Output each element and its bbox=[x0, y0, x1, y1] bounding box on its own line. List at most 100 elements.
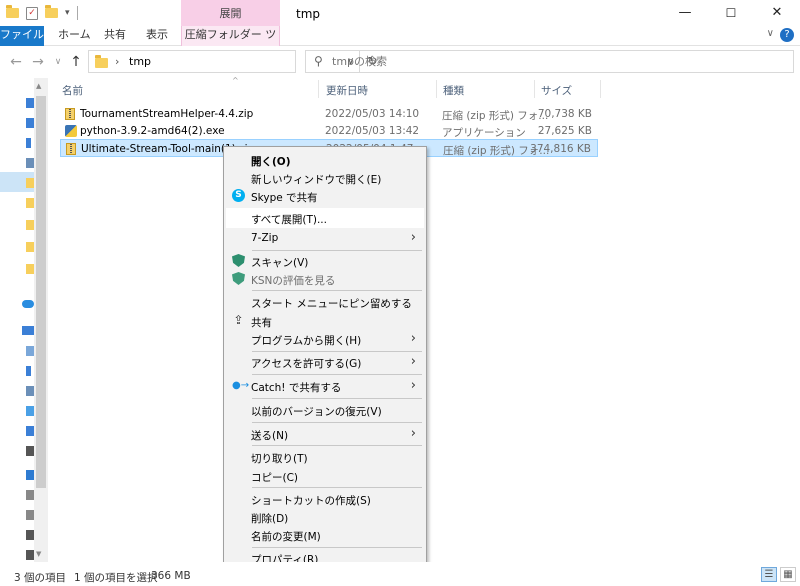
menu-divider bbox=[252, 290, 422, 291]
new-folder-icon[interactable] bbox=[45, 5, 58, 18]
kaspersky-shield-icon bbox=[232, 254, 245, 267]
navigation-bar: ← → ∨ ↑ › tmp ∨ ↻ ⚲ bbox=[0, 46, 800, 78]
quick-access-star-icon[interactable] bbox=[26, 98, 34, 108]
menu-item-pin-to-start[interactable]: スタート メニューにピン留めする bbox=[226, 292, 424, 312]
skype-icon: S bbox=[232, 189, 245, 202]
menu-item-open[interactable]: 開く(O) bbox=[226, 150, 424, 170]
menu-item-label: プログラムから開く(H) bbox=[251, 335, 362, 347]
file-row[interactable]: python-3.9.2-amd64(2).exe 2022/05/03 13:… bbox=[60, 122, 598, 140]
menu-item-label: KSNの評価を見る bbox=[251, 275, 336, 287]
ribbon-tab-row: ファイル ホーム 共有 表示 圧縮フォルダー ツール ∨ ? bbox=[0, 26, 800, 59]
network-icon[interactable] bbox=[26, 550, 34, 560]
3d-objects-icon[interactable] bbox=[26, 346, 34, 356]
zip-icon bbox=[65, 108, 75, 120]
column-date-modified[interactable]: 更新日時 bbox=[326, 83, 368, 98]
tab-compressed-folder-tools[interactable]: 圧縮フォルダー ツール bbox=[181, 26, 280, 59]
file-row[interactable]: TournamentStreamHelper-4.4.zip 2022/05/0… bbox=[60, 105, 598, 123]
folder-icon[interactable] bbox=[26, 198, 34, 208]
column-divider[interactable] bbox=[534, 80, 535, 98]
menu-item-rename[interactable]: 名前の変更(M) bbox=[226, 525, 424, 545]
pictures-icon[interactable] bbox=[26, 406, 34, 416]
breadcrumb-tmp[interactable]: tmp bbox=[129, 55, 151, 68]
music-icon[interactable] bbox=[26, 470, 34, 480]
tab-home[interactable]: ホーム bbox=[50, 26, 99, 46]
menu-item-open-with[interactable]: プログラムから開く(H) › bbox=[226, 329, 424, 349]
properties-icon[interactable]: ✓ bbox=[26, 6, 38, 20]
column-divider[interactable] bbox=[600, 80, 601, 98]
menu-item-create-shortcut[interactable]: ショートカットの作成(S) bbox=[226, 489, 424, 509]
menu-item-label: 新しいウィンドウで開く(E) bbox=[251, 174, 382, 186]
menu-item-give-access[interactable]: アクセスを許可する(G) › bbox=[226, 352, 424, 372]
menu-item-extract-all[interactable]: すべて展開(T)... bbox=[226, 208, 424, 228]
file-size: 70,738 KB bbox=[537, 108, 592, 120]
folder-icon[interactable] bbox=[26, 264, 34, 274]
menu-item-send-to[interactable]: 送る(N) › bbox=[226, 424, 424, 444]
menu-divider bbox=[252, 422, 422, 423]
column-size[interactable]: サイズ bbox=[541, 83, 572, 98]
back-button[interactable]: ← bbox=[6, 52, 26, 72]
menu-item-label: 開く(O) bbox=[251, 156, 291, 168]
menu-item-share[interactable]: ⇪ 共有 bbox=[226, 311, 424, 331]
local-disk-icon[interactable] bbox=[26, 490, 34, 500]
menu-item-label: 7-Zip bbox=[251, 232, 279, 244]
desktop-icon[interactable] bbox=[26, 426, 34, 436]
details-view-button[interactable]: ☰ bbox=[761, 567, 777, 582]
menu-item-label: 送る(N) bbox=[251, 430, 289, 442]
close-button[interactable]: ✕ bbox=[754, 0, 800, 26]
folder-icon[interactable] bbox=[6, 5, 19, 18]
menu-item-ksn-reputation[interactable]: KSNの評価を見る bbox=[226, 269, 424, 289]
address-bar[interactable]: › tmp ∨ ↻ bbox=[88, 50, 378, 73]
column-name[interactable]: 名前 bbox=[62, 83, 83, 98]
column-divider[interactable] bbox=[436, 80, 437, 98]
videos-icon[interactable] bbox=[26, 446, 34, 456]
menu-item-label: アクセスを許可する(G) bbox=[251, 358, 362, 370]
drive-icon[interactable] bbox=[26, 510, 34, 520]
zip-icon bbox=[66, 143, 76, 155]
file-date: 2022/05/03 14:10 bbox=[325, 108, 420, 120]
documents-icon[interactable] bbox=[26, 386, 34, 396]
breadcrumb-separator[interactable]: › bbox=[115, 55, 119, 68]
menu-item-skype-share[interactable]: S Skype で共有 bbox=[226, 186, 424, 206]
tab-share[interactable]: 共有 bbox=[96, 26, 134, 46]
maximize-button[interactable]: ☐ bbox=[708, 0, 754, 26]
column-divider[interactable] bbox=[318, 80, 319, 98]
desktop-icon[interactable] bbox=[26, 118, 34, 128]
folder-icon[interactable] bbox=[26, 242, 34, 252]
downloads-icon[interactable] bbox=[26, 138, 31, 148]
menu-item-delete[interactable]: 削除(D) bbox=[226, 507, 424, 527]
folder-icon[interactable] bbox=[26, 220, 34, 230]
minimize-button[interactable]: — bbox=[662, 0, 708, 26]
menu-item-7zip[interactable]: 7-Zip › bbox=[226, 228, 424, 248]
search-input[interactable] bbox=[332, 53, 772, 70]
documents-icon[interactable] bbox=[26, 158, 34, 168]
menu-item-catch-share[interactable]: ●→ Catch! で共有する › bbox=[226, 376, 424, 396]
menu-item-open-new-window[interactable]: 新しいウィンドウで開く(E) bbox=[226, 168, 424, 188]
downloads-icon[interactable] bbox=[26, 366, 31, 376]
drive-icon[interactable] bbox=[26, 530, 34, 540]
tab-file[interactable]: ファイル bbox=[0, 26, 44, 46]
help-icon[interactable]: ? bbox=[780, 28, 794, 42]
catch-icon: ●→ bbox=[232, 380, 250, 391]
scroll-up-icon[interactable]: ▲ bbox=[36, 82, 41, 90]
search-box[interactable]: ⚲ bbox=[305, 50, 794, 73]
scrollbar-thumb[interactable] bbox=[36, 96, 46, 488]
submenu-arrow-icon: › bbox=[410, 354, 416, 369]
folder-icon[interactable] bbox=[26, 178, 34, 188]
column-type[interactable]: 種類 bbox=[443, 83, 464, 98]
customize-qat-icon[interactable]: ▾ bbox=[65, 8, 70, 18]
up-button[interactable]: ↑ bbox=[66, 52, 86, 72]
ribbon-expand-icon[interactable]: ∨ bbox=[767, 28, 774, 39]
menu-item-scan[interactable]: スキャン(V) bbox=[226, 251, 424, 271]
recent-locations-button[interactable]: ∨ bbox=[48, 52, 68, 72]
large-icons-view-button[interactable]: ▦ bbox=[780, 567, 796, 582]
nav-pane-scrollbar[interactable]: ▲ ▼ bbox=[34, 78, 48, 562]
menu-item-cut[interactable]: 切り取り(T) bbox=[226, 447, 424, 467]
forward-button[interactable]: → bbox=[28, 52, 48, 72]
tab-view[interactable]: 表示 bbox=[138, 26, 176, 46]
scroll-down-icon[interactable]: ▼ bbox=[36, 550, 41, 558]
menu-item-restore-previous-versions[interactable]: 以前のバージョンの復元(V) bbox=[226, 400, 424, 420]
onedrive-icon[interactable] bbox=[22, 300, 34, 308]
this-pc-icon[interactable] bbox=[22, 326, 34, 335]
file-name: python-3.9.2-amd64(2).exe bbox=[80, 125, 225, 137]
menu-item-copy[interactable]: コピー(C) bbox=[226, 466, 424, 486]
